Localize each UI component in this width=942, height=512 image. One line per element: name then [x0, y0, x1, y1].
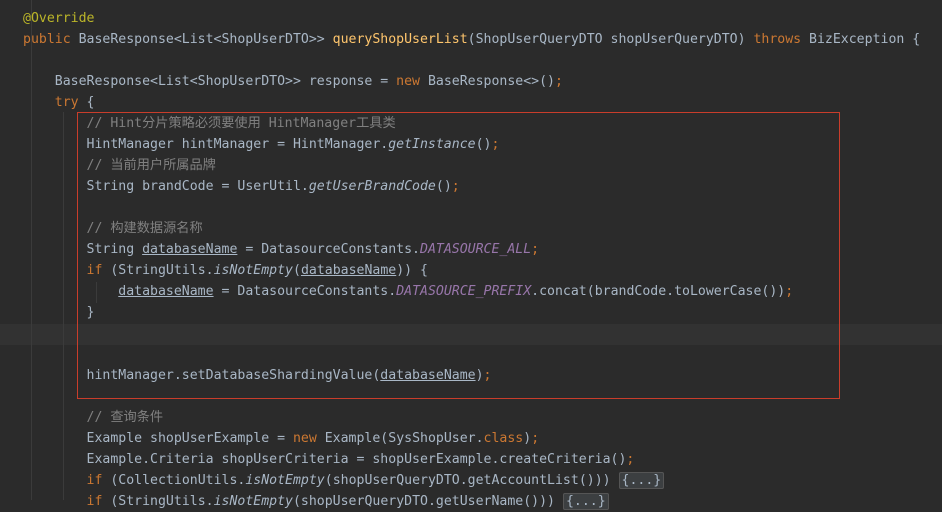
code-editor[interactable]: @Override public BaseResponse<List<ShopUs…	[0, 0, 942, 510]
code-token: {	[86, 95, 95, 110]
code-token: ;	[554, 74, 563, 89]
code-line[interactable]: Example shopUserExample = new Example(Sy…	[0, 428, 942, 449]
code-token: (CollectionUtils.	[110, 473, 246, 488]
code-token: @Override	[23, 11, 95, 26]
folded-block-button[interactable]: {...}	[562, 493, 609, 510]
code-token: (shopUserQueryDTO.getUserName()))	[292, 494, 563, 509]
code-token: BaseResponse<List<ShopUserDTO>> response…	[54, 74, 397, 89]
folded-block-button[interactable]: {...}	[618, 472, 665, 489]
code-token: isNotEmpty	[213, 494, 293, 509]
code-token: isNotEmpty	[245, 473, 325, 488]
code-line[interactable]: if (CollectionUtils.isNotEmpty(shopUserQ…	[0, 470, 942, 491]
code-token: BaseResponse<List<ShopUserDTO>>	[78, 32, 333, 47]
code-token: // 查询条件	[86, 410, 164, 425]
code-token: throws	[753, 32, 810, 47]
code-token: queryShopUserList	[332, 32, 468, 47]
code-token: public	[23, 32, 79, 47]
code-token: (shopUserQueryDTO.getAccountList()))	[324, 473, 619, 488]
code-token: if	[86, 473, 111, 488]
code-line[interactable]: try {	[0, 92, 942, 113]
code-token: Example(SysShopUser.	[324, 431, 484, 446]
code-line[interactable]: @Override	[0, 8, 942, 29]
code-line[interactable]	[0, 50, 942, 71]
code-line[interactable]: Example.Criteria shopUserCriteria = shop…	[0, 449, 942, 470]
code-token: ;	[531, 431, 540, 446]
code-token: (StringUtils.	[110, 494, 214, 509]
code-line[interactable]: // 查询条件	[0, 407, 942, 428]
code-line[interactable]: if (StringUtils.isNotEmpty(shopUserQuery…	[0, 491, 942, 512]
code-line[interactable]: public BaseResponse<List<ShopUserDTO>> q…	[0, 29, 942, 50]
code-token: ;	[626, 452, 635, 467]
code-token: Example shopUserExample =	[86, 431, 293, 446]
code-token: new	[396, 74, 428, 89]
code-token: Example.Criteria shopUserCriteria = shop…	[86, 452, 627, 467]
code-token: BaseResponse<>()	[427, 74, 555, 89]
highlight-box	[77, 112, 840, 399]
code-token: try	[54, 95, 87, 110]
code-token: class	[483, 431, 524, 446]
code-token: (ShopUserQueryDTO shopUserQueryDTO)	[467, 32, 754, 47]
code-token: if	[86, 494, 111, 509]
code-line[interactable]: BaseResponse<List<ShopUserDTO>> response…	[0, 71, 942, 92]
code-token: BizException {	[809, 32, 921, 47]
code-token: )	[523, 431, 532, 446]
code-token: new	[292, 431, 325, 446]
